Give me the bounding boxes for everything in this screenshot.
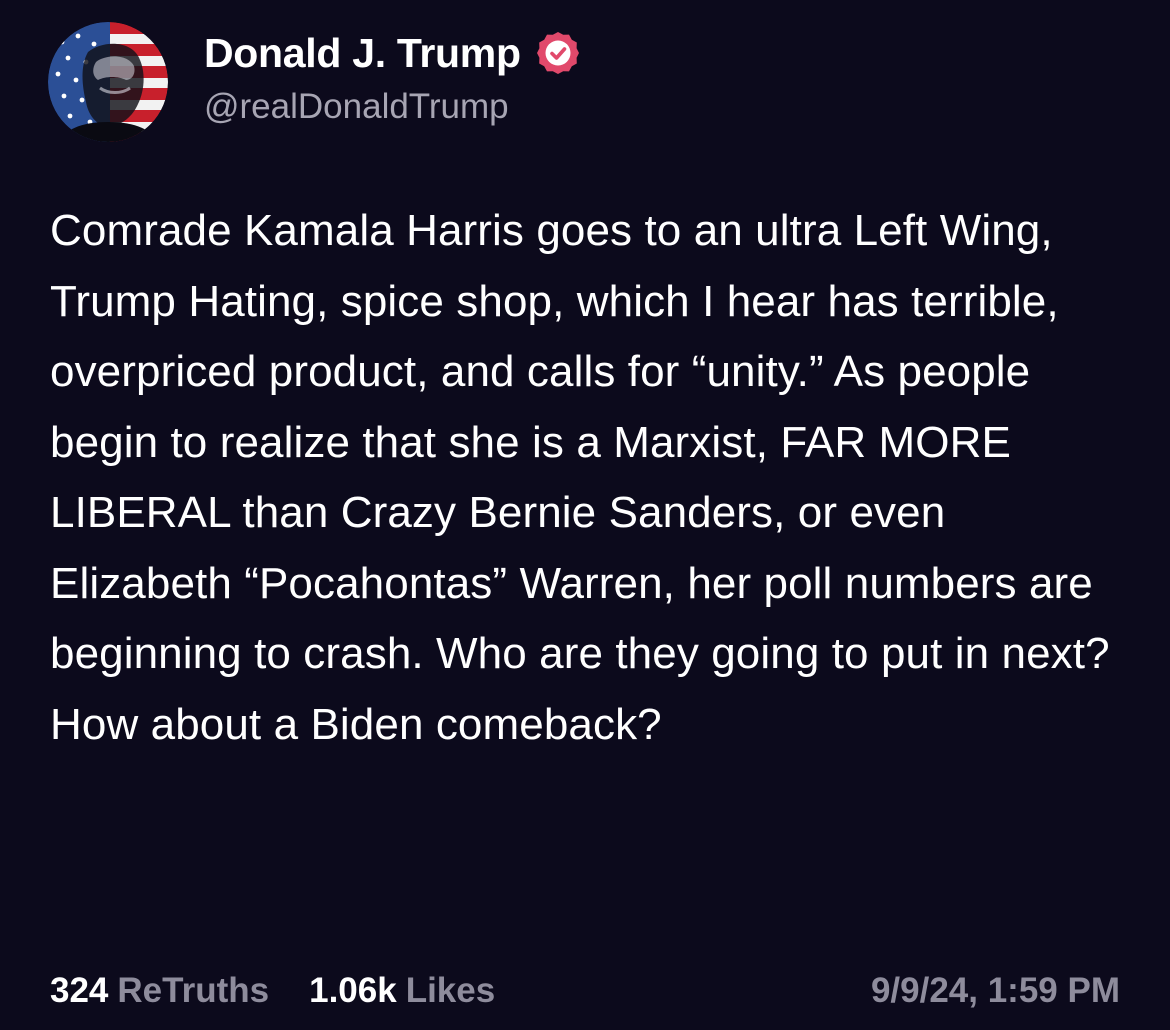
truth-post: Donald J. Trump @realDonaldTrump Comrade… [0,0,1170,1030]
name-row: Donald J. Trump [204,28,583,78]
post-header: Donald J. Trump @realDonaldTrump [48,22,583,142]
likes-count: 1.06k [309,971,397,1010]
likes-stat[interactable]: 1.06k Likes [309,971,495,1011]
post-body-text: Comrade Kamala Harris goes to an ultra L… [50,206,1122,749]
avatar[interactable] [48,22,168,142]
author-display-name[interactable]: Donald J. Trump [204,28,521,78]
likes-label: Likes [405,971,496,1010]
flag-portrait-avatar-icon [48,22,168,142]
post-timestamp[interactable]: 9/9/24, 1:59 PM [871,971,1120,1011]
retruths-count: 324 [50,971,109,1010]
retruths-stat[interactable]: 324 ReTruths [50,971,269,1011]
retruths-label: ReTruths [117,971,270,1010]
verified-badge-icon [533,28,583,78]
post-footer: 324 ReTruths 1.06k Likes 9/9/24, 1:59 PM [50,966,1120,1016]
author-handle[interactable]: @realDonaldTrump [204,84,583,130]
author-identity: Donald J. Trump @realDonaldTrump [204,28,583,130]
